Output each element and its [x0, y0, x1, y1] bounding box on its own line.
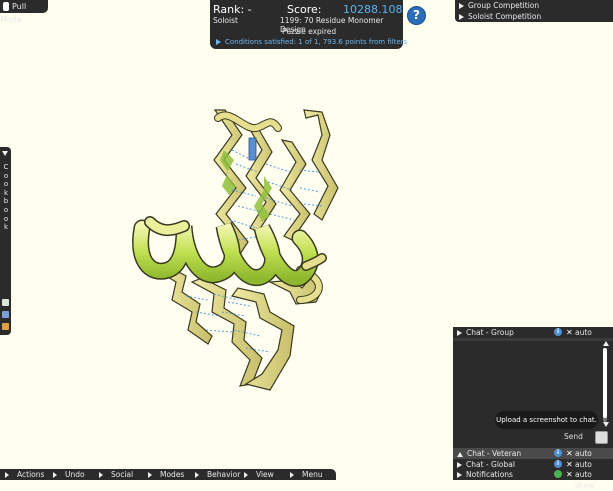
- group-competition-label: Group Competition: [468, 1, 540, 10]
- expand-icon: [216, 39, 221, 45]
- soloist-competition-label: Soloist Competition: [468, 12, 542, 21]
- blue-residue: [248, 137, 257, 161]
- expand-icon: [290, 472, 294, 478]
- chat-scroll-thumb[interactable]: [603, 348, 607, 418]
- chat-body: [453, 338, 613, 448]
- modes-menu[interactable]: Modes: [148, 469, 184, 480]
- help-button[interactable]: ?: [407, 6, 426, 25]
- social-menu[interactable]: Social: [99, 469, 133, 480]
- competition-panel: Group Competition Soloist Competition: [455, 0, 613, 22]
- pull-icon: [3, 2, 9, 11]
- chat-group-label: Chat - Group: [466, 328, 514, 337]
- actions-menu[interactable]: Actions: [5, 469, 44, 480]
- auto-show-label[interactable]: auto show: [575, 469, 613, 491]
- info-icon[interactable]: i: [554, 328, 562, 336]
- score-value: 10288.108: [343, 3, 403, 16]
- notifications-label: Notifications: [466, 470, 513, 479]
- expand-icon: [244, 472, 248, 478]
- close-icon[interactable]: ✕: [566, 327, 573, 338]
- upload-tooltip: Upload a screenshot to chat.: [495, 411, 598, 429]
- notification-status-icon[interactable]: [554, 470, 562, 478]
- collapse-icon[interactable]: [2, 151, 8, 156]
- expand-icon: [99, 472, 103, 478]
- chat-veteran-label: Chat - Veteran: [467, 449, 522, 458]
- collapse-icon: [457, 451, 463, 457]
- pull-mode-button[interactable]: Pull Mode: [0, 0, 48, 24]
- info-icon[interactable]: i: [554, 449, 562, 457]
- expand-icon: [53, 472, 57, 478]
- modes-label: Modes: [160, 470, 185, 479]
- undo-menu[interactable]: Undo: [53, 469, 85, 480]
- chat-veteran-tab[interactable]: Chat - Veteran i ✕ auto show: [453, 448, 613, 469]
- screenshot-upload-icon[interactable]: [595, 431, 608, 444]
- chat-divider: [453, 338, 613, 341]
- expand-icon: [195, 472, 199, 478]
- conditions-toggle[interactable]: Conditions satisfied: 1 of 1, 793.6 poin…: [216, 38, 407, 46]
- menu-label: Menu: [302, 470, 323, 479]
- scroll-down-icon[interactable]: [603, 422, 609, 427]
- view-menu[interactable]: View: [244, 469, 274, 480]
- expand-icon: [457, 472, 462, 478]
- close-icon[interactable]: ✕: [566, 448, 573, 459]
- chat-global-label: Chat - Global: [466, 460, 515, 469]
- expand-icon: [148, 472, 152, 478]
- soloist-competition-toggle[interactable]: Soloist Competition: [455, 11, 613, 22]
- expand-icon: [457, 462, 462, 468]
- recipe-folder-icon[interactable]: [2, 323, 9, 330]
- cookbook-label: Cookbook: [3, 163, 9, 232]
- expand-icon: [459, 14, 464, 20]
- behavior-menu[interactable]: Behavior: [195, 469, 240, 480]
- social-label: Social: [111, 470, 134, 479]
- main-menu[interactable]: Menu: [290, 469, 323, 480]
- chat-group-header[interactable]: Chat - Group i ✕ auto show: [453, 327, 613, 348]
- recipe-list-icon[interactable]: [2, 311, 9, 318]
- hbonds-upper: [229, 149, 323, 241]
- send-button[interactable]: Send: [564, 432, 583, 441]
- recipe-icon[interactable]: [2, 299, 9, 306]
- expand-icon: [459, 3, 464, 9]
- conditions-text: Conditions satisfied: 1 of 1, 793.6 poin…: [225, 38, 408, 46]
- rank-label: Rank: -: [213, 3, 252, 16]
- expand-icon: [457, 330, 462, 336]
- notifications-tab[interactable]: Notifications ✕ auto show: [453, 469, 613, 490]
- view-label: View: [256, 470, 274, 479]
- player-mode: Soloist: [213, 16, 238, 25]
- actions-label: Actions: [17, 470, 45, 479]
- group-competition-toggle[interactable]: Group Competition: [455, 0, 613, 11]
- close-icon[interactable]: ✕: [566, 469, 573, 480]
- puzzle-status: Puzzle expired: [282, 27, 337, 36]
- score-label: Score:: [287, 3, 322, 16]
- behavior-label: Behavior: [207, 470, 241, 479]
- expand-icon: [5, 472, 9, 478]
- info-icon[interactable]: i: [554, 460, 562, 468]
- score-panel: Rank: - Score: 10288.108 Soloist 1199: 7…: [210, 0, 407, 49]
- undo-label: Undo: [65, 470, 85, 479]
- scroll-up-icon[interactable]: [603, 341, 609, 346]
- cookbook-panel[interactable]: Cookbook: [0, 147, 11, 335]
- bottom-menu-bar: Actions Undo Social Modes Behavior View …: [0, 469, 336, 480]
